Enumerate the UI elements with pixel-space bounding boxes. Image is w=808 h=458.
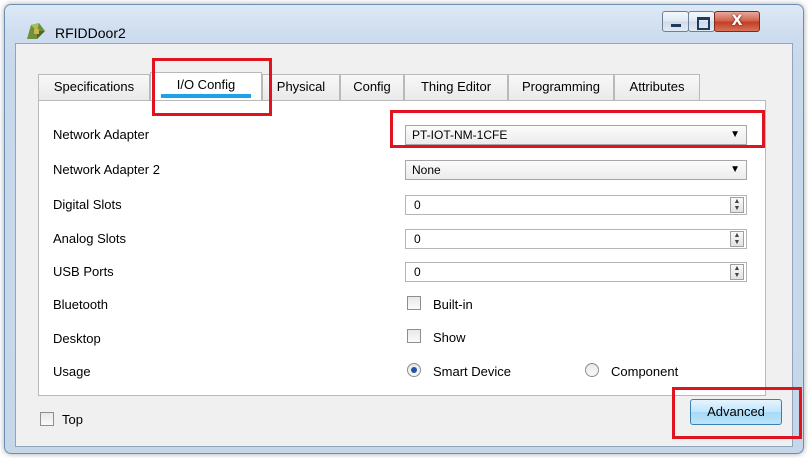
tab-programming[interactable]: Programming bbox=[508, 74, 614, 100]
usage-label: Usage bbox=[53, 364, 91, 379]
spin-down-icon[interactable]: ▼ bbox=[731, 205, 743, 212]
spin-up-icon[interactable]: ▲ bbox=[731, 265, 743, 272]
tab-label: Specifications bbox=[53, 79, 135, 94]
network-adapter-2-select[interactable]: None ▼ bbox=[405, 160, 747, 180]
close-icon: X bbox=[731, 13, 743, 29]
top-label[interactable]: Top bbox=[62, 412, 83, 427]
tab-config[interactable]: Config bbox=[340, 74, 404, 100]
spin-up-icon[interactable]: ▲ bbox=[731, 198, 743, 205]
network-adapter-2-label: Network Adapter 2 bbox=[53, 162, 160, 177]
tab-label: Programming bbox=[521, 79, 601, 94]
desktop-show-checkbox[interactable] bbox=[407, 329, 421, 343]
maximize-button[interactable] bbox=[688, 11, 715, 32]
tab-attributes[interactable]: Attributes bbox=[614, 74, 700, 100]
usb-ports-value: 0 bbox=[414, 265, 421, 279]
usage-component-radio[interactable] bbox=[585, 363, 599, 377]
network-adapter-highlight bbox=[390, 110, 765, 148]
rfid-door-app-icon bbox=[27, 23, 45, 39]
top-checkbox[interactable] bbox=[40, 412, 54, 426]
usage-smart-device-radio[interactable] bbox=[407, 363, 421, 377]
spin-down-icon[interactable]: ▼ bbox=[731, 272, 743, 279]
advanced-button-highlight bbox=[672, 387, 802, 439]
window-title: RFIDDoor2 bbox=[55, 25, 126, 41]
radio-selected-dot bbox=[411, 367, 417, 373]
bluetooth-builtin-label[interactable]: Built-in bbox=[433, 297, 473, 312]
spin-buttons[interactable]: ▲ ▼ bbox=[730, 197, 744, 213]
digital-slots-spinbox[interactable]: 0 ▲ ▼ bbox=[405, 195, 747, 215]
tab-label: Thing Editor bbox=[420, 79, 492, 94]
bluetooth-builtin-checkbox[interactable] bbox=[407, 296, 421, 310]
spin-buttons[interactable]: ▲ ▼ bbox=[730, 231, 744, 247]
network-adapter-2-value: None bbox=[412, 163, 441, 177]
spin-up-icon[interactable]: ▲ bbox=[731, 232, 743, 239]
digital-slots-label: Digital Slots bbox=[53, 197, 122, 212]
analog-slots-spinbox[interactable]: 0 ▲ ▼ bbox=[405, 229, 747, 249]
io-config-tab-highlight bbox=[152, 58, 272, 116]
usb-ports-spinbox[interactable]: 0 ▲ ▼ bbox=[405, 262, 747, 282]
network-adapter-label: Network Adapter bbox=[53, 127, 150, 142]
maximize-icon bbox=[697, 17, 710, 30]
close-button[interactable]: X bbox=[714, 11, 760, 32]
digital-slots-value: 0 bbox=[414, 198, 421, 212]
usb-ports-label: USB Ports bbox=[53, 264, 114, 279]
spin-down-icon[interactable]: ▼ bbox=[731, 239, 743, 246]
spin-buttons[interactable]: ▲ ▼ bbox=[730, 264, 744, 280]
desktop-label: Desktop bbox=[53, 331, 101, 346]
bluetooth-label: Bluetooth bbox=[53, 297, 108, 312]
usage-smart-device-label[interactable]: Smart Device bbox=[433, 364, 511, 379]
analog-slots-label: Analog Slots bbox=[53, 231, 126, 246]
tab-label: Config bbox=[353, 79, 391, 94]
tab-thing-editor[interactable]: Thing Editor bbox=[404, 74, 508, 100]
dropdown-arrow-icon: ▼ bbox=[730, 164, 740, 175]
tab-specifications[interactable]: Specifications bbox=[38, 74, 150, 100]
tab-physical[interactable]: Physical bbox=[262, 74, 340, 100]
minimize-icon bbox=[671, 24, 681, 27]
minimize-button[interactable] bbox=[662, 11, 689, 32]
tab-label: Physical bbox=[276, 79, 326, 94]
tab-label: Attributes bbox=[629, 79, 685, 94]
analog-slots-value: 0 bbox=[414, 232, 421, 246]
usage-component-label[interactable]: Component bbox=[611, 364, 678, 379]
desktop-show-label[interactable]: Show bbox=[433, 330, 466, 345]
